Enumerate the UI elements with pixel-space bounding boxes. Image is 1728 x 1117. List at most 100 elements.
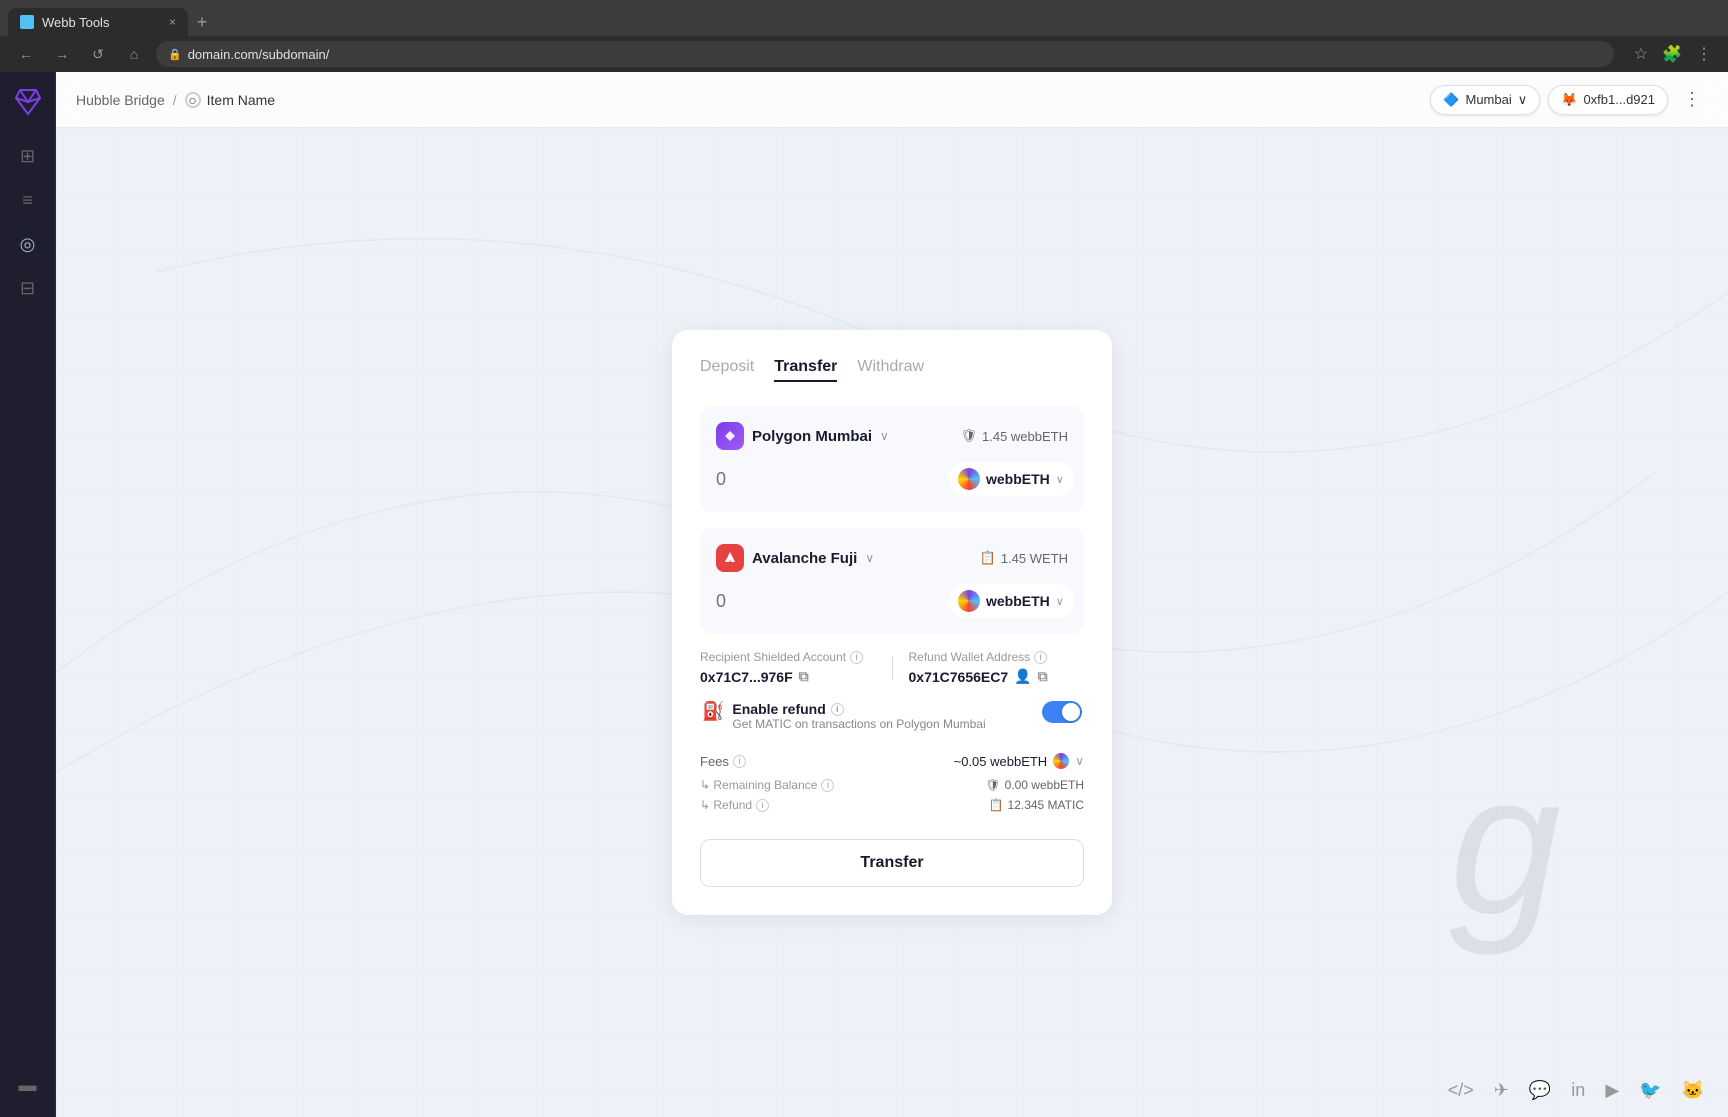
breadcrumb-current-label: Item Name [207, 92, 275, 108]
fees-info-icon: i [733, 755, 746, 768]
sidebar-item-grid[interactable]: ⊞ [8, 136, 48, 176]
card-tabs: Deposit Transfer Withdraw [700, 358, 1084, 382]
browser-tabs: Webb Tools × + [0, 0, 1728, 36]
browser-chrome: Webb Tools × + ← → ↺ ⌂ 🔒 domain.com/subd… [0, 0, 1728, 72]
refund-fuel-icon: ⛽ [702, 701, 724, 722]
footer-linkedin-icon[interactable]: in [1571, 1080, 1585, 1101]
dest-token-selector[interactable]: webbETH ∨ [948, 584, 1074, 618]
source-chain-selector[interactable]: Polygon Mumbai ∨ [716, 422, 889, 450]
forward-btn[interactable]: → [48, 40, 76, 68]
footer-discord-icon[interactable]: 💬 [1529, 1080, 1551, 1101]
recipient-label: Recipient Shielded Account i [700, 650, 876, 664]
address-bar[interactable]: 🔒 domain.com/subdomain/ [156, 41, 1614, 67]
app-footer: </> ✈ 💬 in ▶ 🐦 🐱 [1424, 1064, 1728, 1117]
refund-enable-desc: Get MATIC on transactions on Polygon Mum… [732, 717, 985, 731]
dest-balance-value: 1.45 WETH [1001, 551, 1068, 566]
back-btn[interactable]: ← [12, 40, 40, 68]
dest-token-name: webbETH [986, 593, 1050, 609]
dest-chain-header: Avalanche Fuji ∨ 📋 1.45 WETH [716, 544, 1068, 572]
network-chevron-icon: ∨ [1518, 92, 1528, 108]
footer-youtube-icon[interactable]: ▶ [1605, 1080, 1619, 1101]
refresh-btn[interactable]: ↺ [84, 40, 112, 68]
dest-chain-chevron-icon: ∨ [865, 551, 874, 565]
refund-wallet-field: Refund Wallet Address i 0x71C7656EC7 👤 ⧉ [909, 650, 1085, 685]
list-icon: ≡ [22, 190, 33, 211]
source-token-selector[interactable]: webbETH ∨ [948, 462, 1074, 496]
sidebar-item-circle[interactable]: ◎ [8, 224, 48, 264]
avalanche-icon [721, 549, 739, 567]
home-btn[interactable]: ⌂ [120, 40, 148, 68]
recipient-field: Recipient Shielded Account i 0x71C7...97… [700, 650, 876, 685]
lock-icon: 🔒 [168, 48, 182, 61]
console-icon: ▬ [19, 1075, 37, 1096]
remaining-balance-info-icon: i [821, 779, 834, 792]
footer-telegram-icon[interactable]: ✈ [1494, 1080, 1509, 1101]
dest-token-chevron-icon: ∨ [1056, 595, 1064, 608]
refund-enable-label: Enable refund i [732, 701, 985, 717]
new-tab-btn[interactable]: + [188, 8, 216, 36]
breadcrumb-current-icon: ○ [185, 92, 201, 108]
dest-chain-balance: 📋 1.45 WETH [980, 550, 1068, 566]
more-options-btn[interactable]: ⋮ [1676, 84, 1708, 116]
dest-chain-name: Avalanche Fuji [752, 550, 857, 567]
network-badge[interactable]: 🔷 Mumbai ∨ [1430, 85, 1540, 115]
source-chain-chevron-icon: ∨ [880, 429, 889, 443]
extensions-btn[interactable]: 🧩 [1658, 40, 1686, 68]
source-token-name: webbETH [986, 471, 1050, 487]
bookmark-btn[interactable]: ☆ [1630, 40, 1652, 68]
recipient-label-text: Recipient Shielded Account [700, 650, 846, 664]
dest-chain-selector[interactable]: Avalanche Fuji ∨ [716, 544, 874, 572]
transfer-button[interactable]: Transfer [700, 839, 1084, 887]
recipient-copy-btn[interactable]: ⧉ [799, 668, 809, 685]
footer-github-icon[interactable]: 🐱 [1682, 1080, 1704, 1101]
app-header: Hubble Bridge / ○ Item Name 🔷 Mumbai ∨ 🦊… [56, 72, 1728, 128]
source-balance-value: 1.45 webbETH [982, 429, 1068, 444]
source-chain-header: Polygon Mumbai ∨ 🛡 1.45 webbETH [716, 422, 1068, 450]
tab-transfer[interactable]: Transfer [774, 358, 837, 382]
sidebar-item-layout[interactable]: ⊟ [8, 268, 48, 308]
breadcrumb-separator: / [173, 92, 177, 108]
tab-withdraw[interactable]: Withdraw [857, 358, 924, 382]
breadcrumb-root[interactable]: Hubble Bridge [76, 92, 165, 108]
avalanche-chain-icon [716, 544, 744, 572]
recipient-value: 0x71C7...976F ⧉ [700, 668, 876, 685]
footer-code-icon[interactable]: </> [1448, 1080, 1474, 1101]
grid-icon: ⊞ [20, 146, 35, 167]
source-amount-row: webbETH ∨ [716, 462, 1068, 496]
refund-wallet-user-icon: 👤 [1014, 668, 1031, 685]
logo-icon [12, 86, 44, 118]
circle-icon: ◎ [20, 234, 36, 255]
sidebar-logo [10, 84, 46, 120]
remaining-balance-label: ↳ Remaining Balance i [700, 778, 834, 792]
refund-wallet-copy-btn[interactable]: ⧉ [1038, 668, 1048, 685]
sidebar: ⊞ ≡ ◎ ⊟ ▬ [0, 72, 56, 1117]
content-area: Deposit Transfer Withdraw Polyg [56, 128, 1728, 1117]
fees-token-icon [1053, 753, 1069, 769]
dest-amount-input[interactable] [716, 591, 948, 612]
remaining-balance-row: ↳ Remaining Balance i 🛡 0.00 webbETH [700, 775, 1084, 795]
layout-icon: ⊟ [20, 278, 35, 299]
sidebar-item-console[interactable]: ▬ [8, 1065, 48, 1105]
refund-label: ↳ Refund i [700, 798, 769, 812]
tab-close-btn[interactable]: × [169, 15, 176, 29]
toggle-thumb [1062, 703, 1080, 721]
wallet-badge[interactable]: 🦊 0xfb1...d921 [1548, 85, 1668, 115]
menu-btn[interactable]: ⋮ [1692, 40, 1716, 68]
browser-tab-active[interactable]: Webb Tools × [8, 8, 188, 36]
enable-refund-info-icon: i [831, 703, 844, 716]
browser-controls: ← → ↺ ⌂ 🔒 domain.com/subdomain/ ☆ 🧩 ⋮ [0, 36, 1728, 72]
header-right: 🔷 Mumbai ∨ 🦊 0xfb1...d921 ⋮ [1430, 84, 1708, 116]
refund-text: Enable refund i Get MATIC on transaction… [732, 701, 985, 731]
url-text: domain.com/subdomain/ [188, 47, 330, 62]
recipient-address: 0x71C7...976F [700, 669, 793, 685]
fees-value: ~0.05 webbETH ∨ [954, 753, 1084, 769]
dest-balance-icon: 📋 [980, 550, 996, 566]
sidebar-item-list[interactable]: ≡ [8, 180, 48, 220]
enable-refund-toggle[interactable] [1042, 701, 1082, 723]
source-amount-input[interactable] [716, 469, 948, 490]
fees-expand-btn[interactable]: ∨ [1075, 754, 1084, 768]
tab-deposit[interactable]: Deposit [700, 358, 754, 382]
remaining-balance-shield-icon: 🛡 [985, 778, 1000, 792]
footer-twitter-icon[interactable]: 🐦 [1639, 1080, 1661, 1101]
wallet-address: 0xfb1...d921 [1583, 92, 1655, 107]
